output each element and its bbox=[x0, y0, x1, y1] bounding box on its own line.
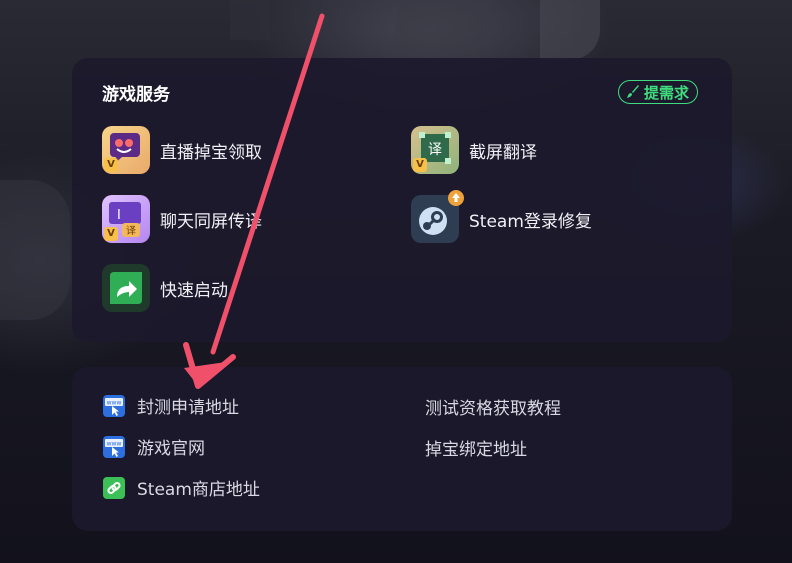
game-links-panel: www 封测申请地址 测试资格获取教程 www 游戏官网 掉宝绑定地址 Stea… bbox=[72, 367, 732, 531]
translate-glyph: 译 bbox=[126, 225, 136, 237]
vip-badge: V bbox=[413, 158, 427, 172]
service-screenshot-translate[interactable]: 译 V 截屏翻译 bbox=[411, 126, 537, 174]
vip-badge: V bbox=[104, 158, 118, 172]
screenshot-translate-icon: 译 V bbox=[411, 126, 459, 174]
link-steam-store[interactable]: Steam商店地址 bbox=[103, 475, 260, 500]
www-glyph: www bbox=[107, 440, 122, 447]
link-label: 封测申请地址 bbox=[137, 398, 239, 418]
service-quick-launch[interactable]: 快速启动 bbox=[102, 264, 228, 312]
www-icon: www bbox=[103, 435, 125, 458]
steam-icon bbox=[411, 190, 464, 243]
vip-badge: V bbox=[104, 227, 118, 241]
service-live-drop[interactable]: V 直播掉宝领取 bbox=[102, 126, 262, 174]
background-shape bbox=[230, 0, 270, 40]
link-label: Steam商店地址 bbox=[137, 480, 260, 500]
service-steam-login-fix[interactable]: Steam登录修复 bbox=[411, 190, 592, 243]
link-official-site[interactable]: www 游戏官网 bbox=[103, 434, 205, 459]
link-icon bbox=[103, 476, 125, 499]
www-icon: www bbox=[103, 394, 125, 417]
game-services-panel: 游戏服务 提需求 V 直播掉宝领取 译 V 截屏翻译 I 译 V 聊天同屏传译 … bbox=[72, 58, 732, 342]
service-chat-translate[interactable]: I 译 V 聊天同屏传译 bbox=[102, 195, 262, 243]
cursor-glyph: I bbox=[117, 208, 121, 223]
background-shape bbox=[0, 180, 70, 320]
service-label: 直播掉宝领取 bbox=[160, 142, 262, 163]
link-beta-tutorial[interactable]: 测试资格获取教程 bbox=[425, 394, 561, 419]
brush-icon bbox=[626, 85, 639, 98]
service-label: 截屏翻译 bbox=[469, 142, 537, 163]
service-label: Steam登录修复 bbox=[469, 211, 592, 232]
request-label: 提需求 bbox=[643, 83, 689, 102]
panel-title: 游戏服务 bbox=[102, 85, 170, 105]
background-shape bbox=[389, 0, 491, 55]
link-label: 游戏官网 bbox=[137, 439, 205, 459]
translate-glyph: 译 bbox=[428, 142, 442, 158]
chat-translate-icon: I 译 V bbox=[102, 195, 150, 243]
link-beta-application[interactable]: www 封测申请地址 bbox=[103, 393, 239, 418]
service-label: 快速启动 bbox=[160, 280, 228, 301]
live-drop-icon: V bbox=[102, 126, 150, 174]
www-glyph: www bbox=[107, 399, 122, 406]
link-drop-binding[interactable]: 掉宝绑定地址 bbox=[425, 435, 527, 460]
quick-launch-icon bbox=[102, 264, 150, 312]
background-shape bbox=[540, 0, 600, 60]
service-label: 聊天同屏传译 bbox=[160, 211, 262, 232]
update-arrow-icon bbox=[448, 190, 464, 206]
request-button[interactable]: 提需求 bbox=[617, 80, 698, 104]
